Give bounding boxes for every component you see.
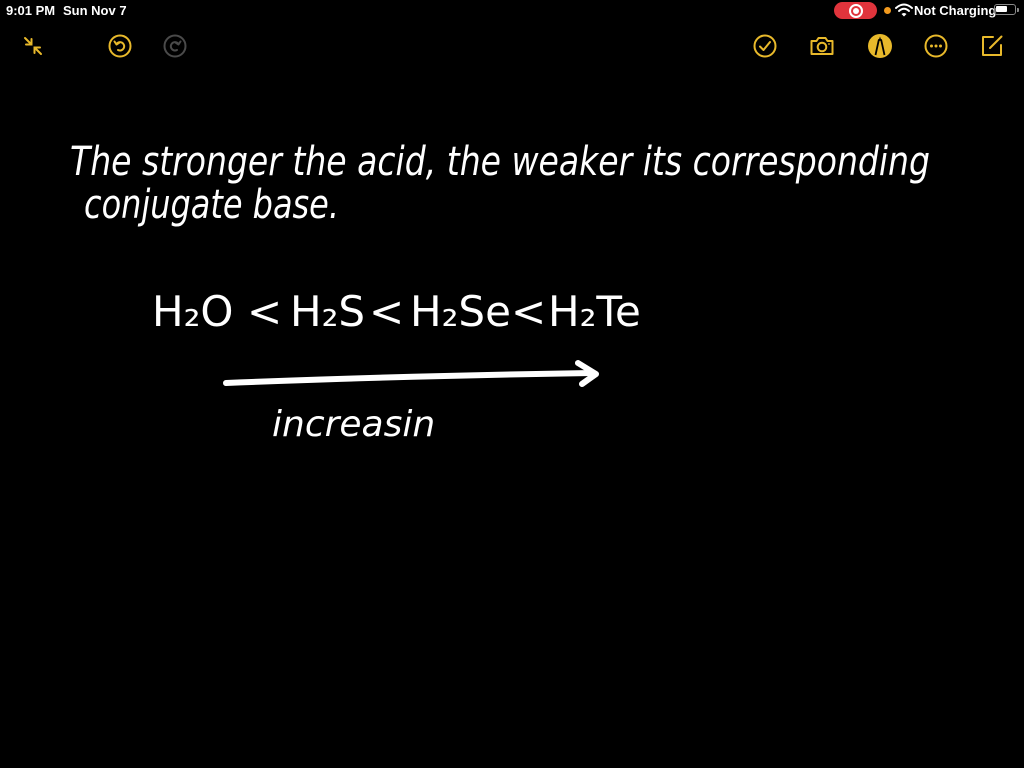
- markup-button[interactable]: [864, 30, 896, 62]
- camera-icon: [810, 37, 834, 55]
- collapse-button[interactable]: [17, 30, 49, 62]
- notes-toolbar: [0, 28, 1024, 64]
- status-bar: 9:01 PM Sun Nov 7 Not Charging: [0, 0, 1024, 22]
- formula-item: H₂S: [290, 287, 365, 336]
- undo-icon: [108, 34, 132, 58]
- ellipsis-circle-icon: [924, 34, 948, 58]
- arrow-label: increasin: [272, 404, 435, 445]
- screen-recording-icon[interactable]: [834, 2, 877, 19]
- collapse-arrows-icon: [24, 37, 42, 55]
- pencil-tip-icon: [868, 34, 892, 58]
- formula-item: H₂Te: [548, 287, 641, 336]
- status-date: Sun Nov 7: [63, 3, 127, 18]
- compose-icon: [982, 35, 1003, 56]
- note-line-2: conjugate base.: [84, 182, 339, 228]
- checkmark-circle-icon: [753, 34, 777, 58]
- checklist-button[interactable]: [749, 30, 781, 62]
- wifi-icon: [895, 3, 913, 17]
- redo-button[interactable]: [159, 30, 191, 62]
- camera-button[interactable]: [806, 30, 838, 62]
- redo-icon: [163, 34, 187, 58]
- battery-icon: [994, 4, 1019, 15]
- drawing-canvas[interactable]: The stronger the acid, the weaker its co…: [0, 70, 1024, 768]
- status-time: 9:01 PM: [6, 3, 56, 18]
- note-line-1: The stronger the acid, the weaker its co…: [70, 139, 930, 185]
- formula-less-than: <: [247, 287, 282, 336]
- undo-button[interactable]: [104, 30, 136, 62]
- microphone-indicator-icon: [884, 7, 891, 14]
- formula-less-than: <: [369, 287, 404, 336]
- formula-item: H₂Se: [410, 287, 511, 336]
- compose-button[interactable]: [976, 30, 1008, 62]
- formula: H₂O < H₂S < H₂Se < H₂Te: [152, 287, 641, 336]
- formula-less-than: <: [511, 287, 546, 336]
- arrow: [223, 360, 599, 387]
- more-button[interactable]: [920, 30, 952, 62]
- formula-item: H₂O: [152, 287, 233, 336]
- charging-status: Not Charging: [914, 3, 997, 18]
